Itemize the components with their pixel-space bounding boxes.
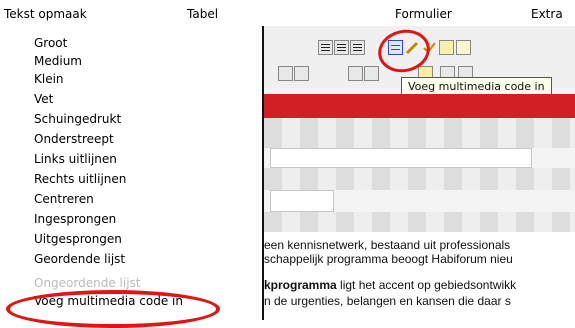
content-line: een kennisnetwerk, bestaand uit professi… xyxy=(264,238,511,252)
menu-item-geordende-lijst[interactable]: Geordende lijst xyxy=(34,250,125,268)
align-left-button[interactable] xyxy=(318,40,333,55)
content-line: kprogramma ligt het accent op gebiedsont… xyxy=(264,278,516,292)
editor-area: Voeg multimedia code in een kennisnetwer… xyxy=(264,26,575,320)
menu-item-schuingedrukt[interactable]: Schuingedrukt xyxy=(34,110,121,128)
highlight-circle-menu-item xyxy=(6,290,220,328)
title-input[interactable] xyxy=(270,148,532,168)
align-right-button[interactable] xyxy=(350,40,365,55)
table-icon[interactable] xyxy=(278,66,293,81)
content-line: n de urgenties, belangen en kansen die d… xyxy=(264,294,511,308)
tekst-opmaak-dropdown: Groot Medium Klein Vet Schuingedrukt Ond… xyxy=(0,26,262,320)
menu-item-vet[interactable]: Vet xyxy=(34,90,53,108)
editor-content[interactable]: een kennisnetwerk, bestaand uit professi… xyxy=(264,232,575,320)
pattern-band xyxy=(264,118,575,148)
menu-item-groot[interactable]: Groot xyxy=(34,34,67,52)
spellcheck-icon[interactable] xyxy=(439,40,454,55)
pattern-band xyxy=(264,212,575,232)
menu-item-links-uitlijnen[interactable]: Links uitlijnen xyxy=(34,150,117,168)
align-center-button[interactable] xyxy=(334,40,349,55)
table-props-icon[interactable] xyxy=(294,66,309,81)
form-text-icon[interactable] xyxy=(364,66,379,81)
menu-formulier[interactable]: Formulier xyxy=(395,7,452,21)
small-input[interactable] xyxy=(270,190,334,212)
menu-item-onderstreept[interactable]: Onderstreept xyxy=(34,130,114,148)
content-text: ligt het accent op gebiedsontwikk xyxy=(336,278,517,292)
menu-tabel[interactable]: Tabel xyxy=(187,7,218,21)
menu-item-uitgesprongen[interactable]: Uitgesprongen xyxy=(34,230,122,248)
content-line: schappelijk programma beoogt Habiforum n… xyxy=(264,252,513,266)
menu-item-rechts-uitlijnen[interactable]: Rechts uitlijnen xyxy=(34,170,126,188)
content-bold: kprogramma xyxy=(264,278,337,292)
menu-item-ingesprongen[interactable]: Ingesprongen xyxy=(34,210,116,228)
header-red-band xyxy=(264,94,575,118)
menu-item-klein[interactable]: Klein xyxy=(34,70,64,88)
menu-item-medium[interactable]: Medium xyxy=(34,52,82,70)
form-field-icon[interactable] xyxy=(348,66,363,81)
document-icon[interactable] xyxy=(456,40,471,55)
pattern-band xyxy=(264,168,575,190)
menu-item-centreren[interactable]: Centreren xyxy=(34,190,94,208)
menu-extra[interactable]: Extra xyxy=(531,7,563,21)
menu-tekst-opmaak[interactable]: Tekst opmaak xyxy=(4,7,87,21)
menubar: Tekst opmaak Tabel Formulier Extra xyxy=(0,4,575,26)
